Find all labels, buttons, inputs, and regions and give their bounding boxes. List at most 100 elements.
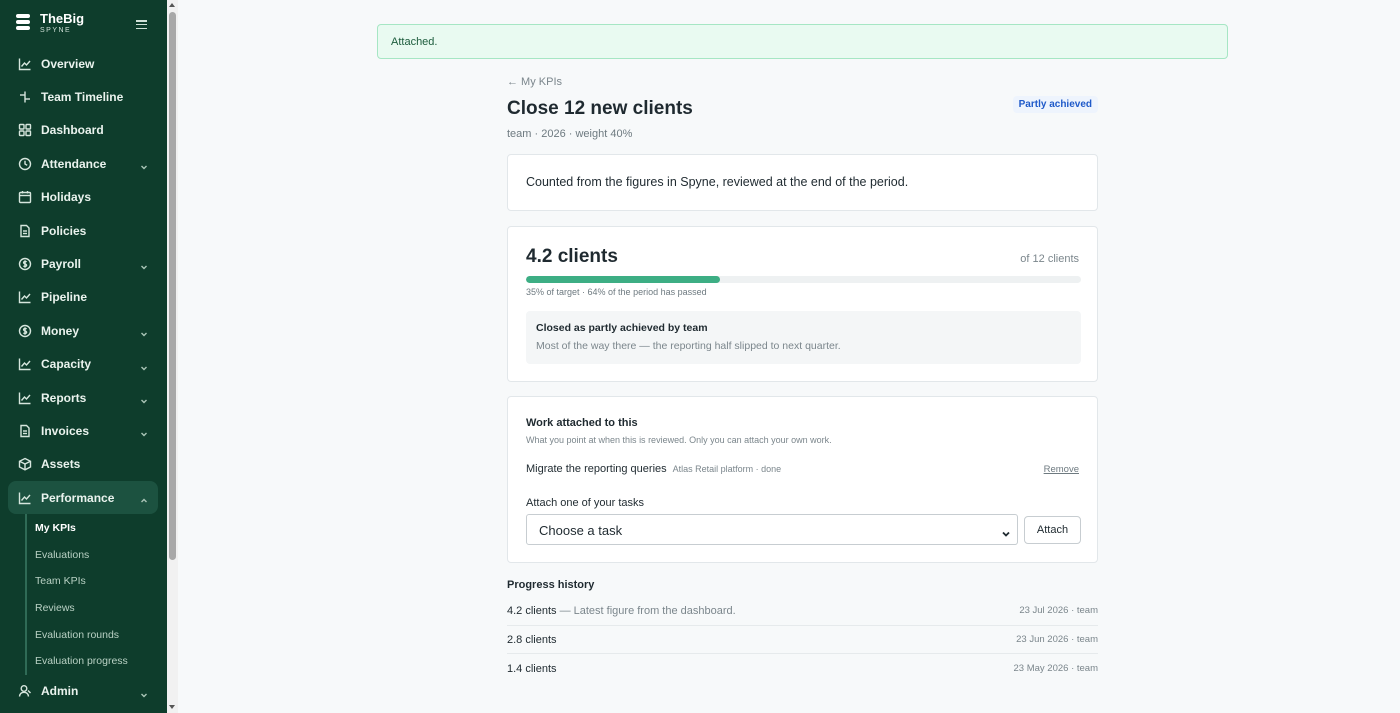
sidebar-item-dashboard[interactable]: Dashboard (8, 114, 158, 147)
task-select-value: Choose a task (539, 523, 623, 538)
history-row: 2.8 clients 23 Jun 2026 · team (507, 626, 1098, 655)
current-value: 4.2 clients (526, 246, 618, 267)
sidebar-item-payroll[interactable]: Payroll (8, 247, 158, 280)
sidebar-item-overview[interactable]: Overview (8, 47, 158, 80)
chevron-down-icon (140, 160, 148, 170)
sidebar-item-label: Holidays (41, 190, 92, 205)
sidebar-item-label: Overview (41, 56, 95, 71)
clock-icon (18, 157, 32, 171)
work-title: Work attached to this (526, 417, 638, 429)
scroll-down-arrow-icon[interactable] (169, 705, 175, 709)
history-meta: 23 Jul 2026 · team (1019, 605, 1098, 617)
sidebar-subnav: My KPIs Evaluations Team KPIs Reviews Evalua… (25, 514, 158, 675)
sidebar-subitem-my-kpis[interactable]: My KPIs (35, 514, 158, 541)
kpi-detail: ← My KPIs Close 12 new clients team · 20… (507, 72, 1098, 683)
attached-task: Migrate the reporting queries Atlas Retai… (526, 463, 781, 475)
chevron-down-icon (1002, 526, 1010, 537)
chevron-down-icon (140, 260, 148, 270)
attached-task-name: Migrate the reporting queries (526, 463, 667, 475)
work-subtitle: What you point at when this is reviewed.… (526, 435, 832, 445)
sidebar-item-label: Money (41, 323, 80, 338)
sidebar-item-label: Team Timeline (41, 90, 124, 105)
document-icon (18, 224, 32, 238)
chevron-down-icon (140, 427, 148, 437)
sidebar-item-label: Assets (41, 457, 81, 472)
history-note: — Latest figure from the dashboard. (556, 604, 736, 617)
sidebar-item-capacity[interactable]: Capacity (8, 348, 158, 381)
chart-line-icon (18, 290, 32, 304)
chevron-down-icon (140, 327, 148, 337)
sidebar-item-performance[interactable]: Performance (8, 481, 158, 515)
history-title: Progress history (507, 579, 595, 591)
menu-toggle-icon[interactable] (136, 20, 147, 29)
chevron-down-icon (140, 688, 148, 698)
history-list: 4.2 clients — Latest figure from the das… (507, 597, 1098, 683)
sidebar-item-assets[interactable]: Assets (8, 448, 158, 481)
grid-icon (18, 123, 32, 137)
brand[interactable]: TheBig SPYNE (16, 12, 84, 35)
history-value: 2.8 clients (507, 633, 557, 646)
sidebar-subitem-evaluation-progress[interactable]: Evaluation progress (35, 648, 158, 675)
remove-link[interactable]: Remove (1044, 464, 1079, 475)
sidebar-subitem-evaluation-rounds[interactable]: Evaluation rounds (35, 621, 158, 648)
back-link[interactable]: ← My KPIs (507, 76, 562, 88)
sidebar-item-invoices[interactable]: Invoices (8, 414, 158, 447)
sidebar-item-admin[interactable]: Admin (8, 675, 158, 708)
progress-bar (526, 276, 1081, 283)
status-badge: Partly achieved (1012, 96, 1098, 113)
kpi-meta: team · 2026 · weight 40% (507, 128, 633, 140)
sidebar-item-policies[interactable]: Policies (8, 214, 158, 247)
history-entry: 1.4 clients (507, 663, 557, 675)
sidebar-item-label: Reports (41, 390, 87, 405)
sidebar-subitem-evaluations[interactable]: Evaluations (35, 541, 158, 568)
sidebar-item-label: Capacity (41, 357, 92, 372)
sidebar-item-holidays[interactable]: Holidays (8, 181, 158, 214)
history-row: 1.4 clients 23 May 2026 · team (507, 654, 1098, 683)
target-value: of 12 clients (1020, 253, 1079, 265)
sidebar-item-label: Attendance (41, 156, 107, 171)
closed-note-text: Most of the way there — the reporting ha… (536, 340, 841, 352)
scrollbar[interactable] (167, 0, 178, 713)
user-icon (18, 684, 32, 698)
sidebar-subitem-reviews[interactable]: Reviews (35, 595, 158, 622)
page-title: Close 12 new clients (507, 98, 693, 119)
sidebar-subitem-team-kpis[interactable]: Team KPIs (35, 568, 158, 595)
sidebar-item-reports[interactable]: Reports (8, 381, 158, 414)
scroll-thumb[interactable] (169, 12, 176, 560)
chart-line-icon (18, 357, 32, 371)
history-meta: 23 May 2026 · team (1013, 663, 1099, 675)
sidebar-nav: Overview Team Timeline Dashboard Attendance… (8, 47, 158, 708)
chart-line-icon (18, 491, 32, 505)
sidebar-item-label: Dashboard (41, 123, 104, 138)
dollar-circle-icon (18, 324, 32, 338)
sidebar-item-team-timeline[interactable]: Team Timeline (8, 80, 158, 113)
document-icon (18, 424, 32, 438)
sidebar-item-label: Payroll (41, 257, 82, 272)
chevron-up-icon (140, 494, 148, 503)
brand-subtitle: SPYNE (40, 27, 72, 34)
box-icon (18, 457, 32, 471)
sidebar-item-pipeline[interactable]: Pipeline (8, 281, 158, 314)
closed-note: Closed as partly achieved by team Most o… (526, 311, 1081, 364)
attach-button[interactable]: Attach (1024, 516, 1081, 544)
attached-task-meta: Atlas Retail platform · done (672, 464, 782, 474)
sidebar: TheBig SPYNE Overview Team Timeline Dashbo… (0, 0, 167, 713)
history-entry: 4.2 clients — Latest figure from the das… (507, 605, 736, 617)
chart-line-icon (18, 391, 32, 405)
history-value: 4.2 clients (507, 604, 557, 617)
chevron-down-icon (140, 361, 148, 371)
task-select[interactable]: Choose a task (526, 514, 1018, 545)
brand-name: TheBig (40, 11, 85, 26)
sidebar-item-attendance[interactable]: Attendance (8, 147, 158, 180)
sidebar-item-label: Performance (41, 490, 115, 505)
progress-bar-fill (526, 276, 721, 283)
sidebar-item-label: Admin (41, 684, 79, 699)
sidebar-item-money[interactable]: Money (8, 314, 158, 347)
history-meta: 23 Jun 2026 · team (1016, 634, 1098, 646)
history-entry: 2.8 clients (507, 634, 557, 646)
scroll-up-arrow-icon[interactable] (169, 3, 175, 7)
chart-line-icon (18, 57, 32, 71)
brand-logo-icon (16, 13, 30, 34)
sidebar-item-label: Policies (41, 223, 87, 238)
progress-caption: 35% of target · 64% of the period has pa… (526, 287, 707, 297)
